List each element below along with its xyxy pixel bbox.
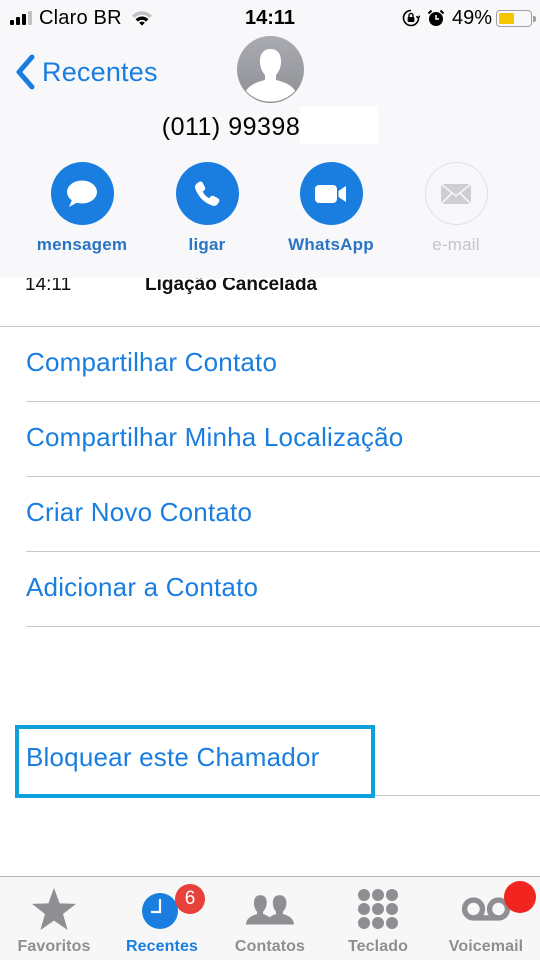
notification-badge: 6 [175,884,205,914]
chevron-left-icon [16,54,35,90]
divider [26,795,540,796]
alarm-icon [427,9,445,26]
tab-label: Voicemail [448,938,524,955]
contact-avatar [237,36,304,103]
action-label: mensagem [36,235,128,254]
keypad-icon [358,889,398,929]
add-to-contact-button[interactable]: Adicionar a Contato [0,552,540,627]
action-label: e-mail [432,235,480,254]
redacted-area [300,106,379,144]
star-icon [32,888,76,930]
envelope-icon [440,182,472,205]
message-button[interactable]: mensagem [20,162,144,255]
email-button: e-mail [394,162,518,255]
contacts-icon [245,895,295,925]
whatsapp-button[interactable]: WhatsApp [269,162,393,255]
message-bubble-icon [67,180,97,207]
tab-contatos[interactable]: Contatos [216,877,324,960]
create-new-contact-button[interactable]: Criar Novo Contato [0,477,540,552]
person-silhouette-icon [246,49,295,102]
tab-teclado[interactable]: Teclado [324,877,432,960]
action-label: ligar [188,235,226,254]
back-label: Recentes [42,56,158,87]
tab-label: Teclado [348,938,408,955]
tab-label: Favoritos [17,938,91,955]
notification-dot [504,881,536,913]
wifi-icon [131,11,152,26]
tab-favoritos[interactable]: Favoritos [0,877,108,960]
carrier-name: Claro BR [39,6,122,29]
menu-item-label: Compartilhar Minha Localização [26,422,404,452]
action-label: WhatsApp [288,235,374,254]
share-contact-button[interactable]: Compartilhar Contato [0,327,540,402]
back-button[interactable]: Recentes [14,52,158,92]
menu-item-label: Compartilhar Contato [26,347,278,377]
block-caller-label: Bloquear este Chamador [26,742,320,772]
share-my-location-button[interactable]: Compartilhar Minha Localização [0,402,540,477]
divider [26,626,540,627]
tab-label: Contatos [234,938,306,955]
tab-voicemail[interactable]: Voicemail [432,877,540,960]
menu-item-label: Criar Novo Contato [26,497,253,527]
tab-label: Recentes [126,938,198,955]
contact-header: Claro BR 14:11 49% Recentes (011) 99398 … [0,0,540,278]
contact-actions: mensagem ligar WhatsApp e-mail [0,162,540,262]
tab-bar: Favoritos 6 Recentes Contatos Teclado Vo… [0,876,540,960]
battery-icon [496,9,536,27]
contact-options-menu: Compartilhar Contato Compartilhar Minha … [0,327,540,627]
block-caller-button[interactable]: Bloquear este Chamador [0,722,540,796]
rotation-lock-icon [402,9,420,27]
call-button[interactable]: ligar [145,162,269,255]
status-bar: Claro BR 14:11 49% [0,0,540,36]
phone-icon [195,180,220,206]
tab-recentes[interactable]: 6 Recentes [108,877,216,960]
contact-phone-number: (011) 99398 [0,106,540,144]
cellular-signal-icon [10,11,32,25]
video-camera-icon [315,184,346,203]
battery-percentage: 49% [451,6,492,29]
status-time: 14:11 [244,7,296,29]
menu-item-label: Adicionar a Contato [26,572,259,602]
